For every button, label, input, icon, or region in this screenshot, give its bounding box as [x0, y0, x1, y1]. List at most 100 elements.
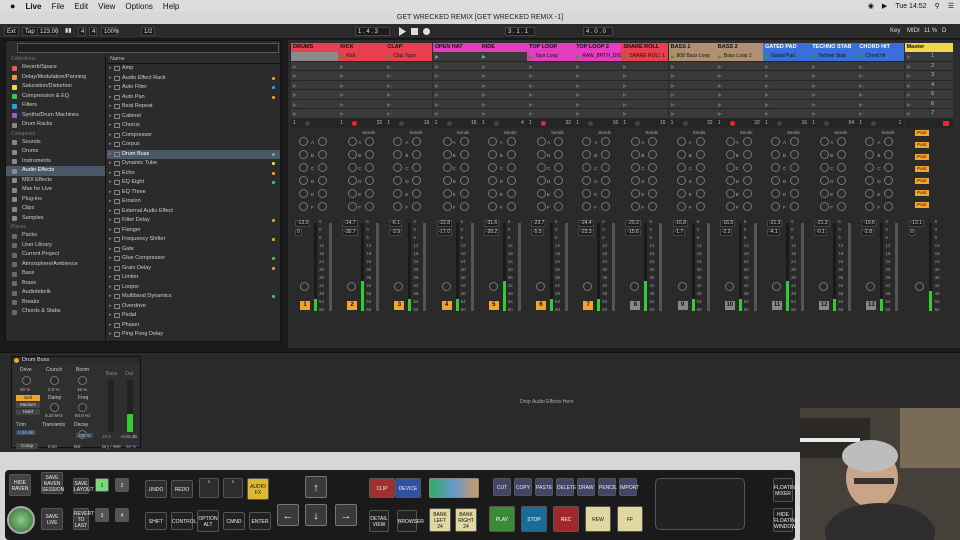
track-activator[interactable]: 2 — [347, 300, 358, 310]
track-name[interactable]: RIDE — [479, 43, 527, 52]
clip-slot[interactable]: Kick — [338, 52, 386, 62]
save-raven-session-button[interactable]: SAVE RAVEN SESSION — [41, 472, 64, 494]
medium-button[interactable]: Medium — [16, 402, 40, 408]
send-knob[interactable] — [837, 136, 847, 146]
send-knob[interactable] — [506, 149, 516, 159]
soft-button[interactable]: Soft — [16, 395, 40, 401]
clip-play-icon[interactable] — [670, 112, 675, 116]
track-activator[interactable]: 3 — [394, 300, 405, 310]
clip-play-icon[interactable] — [481, 102, 486, 107]
volume-field[interactable]: -16.5 — [719, 219, 736, 227]
clip-play-icon[interactable] — [623, 64, 628, 69]
trackpad-area[interactable] — [655, 478, 745, 530]
volume-fader[interactable] — [659, 222, 663, 311]
volume-icon[interactable]: ▶ — [882, 2, 887, 10]
send-knob[interactable] — [601, 201, 611, 211]
pan-knob[interactable] — [300, 281, 309, 291]
send-knob[interactable] — [601, 136, 611, 146]
clip-play-icon[interactable] — [387, 74, 392, 78]
clip-slot[interactable] — [338, 61, 386, 71]
pan-knob[interactable] — [347, 281, 357, 291]
send-knob[interactable] — [299, 162, 308, 172]
send-knob[interactable] — [771, 175, 780, 185]
send-knob[interactable] — [393, 175, 403, 185]
send-knob[interactable] — [487, 188, 497, 198]
search-input[interactable] — [17, 43, 279, 53]
send-knob[interactable] — [790, 136, 799, 146]
browser-item[interactable]: ▸ Drum Buss — [107, 149, 280, 159]
clip-slot[interactable] — [668, 61, 716, 71]
send-knob[interactable] — [442, 175, 452, 185]
clip-slot[interactable] — [857, 71, 905, 81]
expand-arrow-icon[interactable]: ▸ — [109, 178, 112, 188]
clip-play-icon[interactable] — [576, 112, 581, 116]
hide-floating-window-button[interactable]: HIDE FLOATING WINDOW — [773, 508, 799, 532]
pan-knob[interactable] — [630, 281, 640, 291]
expand-arrow-icon[interactable]: ▸ — [109, 264, 112, 274]
volume-fader[interactable] — [801, 222, 804, 311]
send-knob[interactable] — [601, 175, 611, 185]
ext-sync-button[interactable]: Ext — [4, 27, 19, 36]
browser-item[interactable]: ▸ Chorus — [107, 121, 280, 131]
collection-item[interactable]: Synths/Drum Machines — [6, 111, 105, 121]
collection-item[interactable]: Compression & EQ — [6, 92, 105, 102]
clip-play-icon[interactable] — [481, 112, 486, 116]
send-knob[interactable] — [725, 162, 735, 172]
track-name[interactable]: TOP LOOP 2 — [574, 43, 622, 52]
clip-play-icon[interactable] — [387, 102, 392, 107]
arm-icon[interactable] — [399, 120, 405, 126]
send-knob[interactable] — [837, 149, 847, 159]
send-knob[interactable] — [695, 136, 705, 146]
clip-slot[interactable] — [574, 99, 622, 109]
expand-arrow-icon[interactable]: ▸ — [109, 283, 112, 293]
clip-slot[interactable] — [574, 109, 622, 119]
expand-arrow-icon[interactable]: ▸ — [109, 140, 112, 150]
post-button[interactable]: Post — [914, 201, 929, 208]
collection-item[interactable]: Reverb/Space — [6, 63, 105, 73]
expand-arrow-icon[interactable]: ▸ — [109, 197, 112, 207]
send-knob[interactable] — [442, 136, 452, 146]
arm-icon[interactable] — [871, 120, 877, 126]
clip-slot[interactable] — [432, 52, 480, 62]
send-knob[interactable] — [318, 149, 327, 159]
zoom-field[interactable]: 100% — [101, 27, 119, 36]
clip-play-icon[interactable] — [859, 64, 864, 69]
revert-to-last-button[interactable]: REVERT TO LAST — [73, 508, 94, 530]
clip-slot[interactable] — [432, 109, 480, 119]
clip-slot[interactable] — [621, 109, 669, 119]
metronome-icon[interactable]: ▮▮ — [63, 27, 75, 36]
send-knob[interactable] — [318, 188, 327, 198]
send-knob[interactable] — [442, 149, 452, 159]
send-knob[interactable] — [537, 162, 546, 172]
clip-play-icon[interactable] — [765, 74, 769, 78]
clip-slot[interactable] — [810, 61, 858, 71]
master-name[interactable]: Master — [904, 43, 953, 52]
menu-list-icon[interactable]: ☰ — [948, 2, 954, 10]
volume-field[interactable]: -21.3 — [767, 219, 783, 227]
name-column-header[interactable]: Name — [107, 55, 280, 64]
send-knob[interactable] — [348, 201, 358, 211]
browser-toggle-button[interactable]: BROWSER — [397, 510, 424, 532]
crunch-knob[interactable] — [50, 376, 59, 385]
scene-play-icon[interactable] — [906, 55, 911, 59]
drive-value[interactable]: 20 % — [20, 387, 30, 392]
layout-2-button[interactable]: 2 — [115, 478, 129, 492]
clip-play-icon[interactable] — [717, 64, 722, 69]
place-item[interactable]: Brass — [6, 279, 105, 289]
send-knob[interactable] — [648, 188, 658, 198]
send-knob[interactable] — [459, 149, 469, 159]
track-name[interactable]: OPEN HAT — [432, 43, 480, 52]
browser-item[interactable]: ▸ Grain Delay — [107, 264, 280, 274]
clip-slot[interactable]: RAW_BRTH_DIG — [574, 52, 622, 62]
clip-play-icon[interactable] — [765, 93, 769, 97]
menu-help[interactable]: Help — [163, 2, 179, 11]
expand-arrow-icon[interactable]: ▸ — [109, 321, 112, 331]
ff-button[interactable]: FF — [617, 506, 643, 532]
clip-slot[interactable] — [385, 99, 433, 109]
send-knob[interactable] — [865, 188, 875, 198]
send-knob[interactable] — [318, 175, 327, 185]
expand-arrow-icon[interactable]: ▸ — [109, 292, 112, 302]
clip-slot[interactable] — [763, 61, 810, 71]
clip-slot[interactable] — [432, 61, 480, 71]
send-knob[interactable] — [537, 136, 546, 146]
